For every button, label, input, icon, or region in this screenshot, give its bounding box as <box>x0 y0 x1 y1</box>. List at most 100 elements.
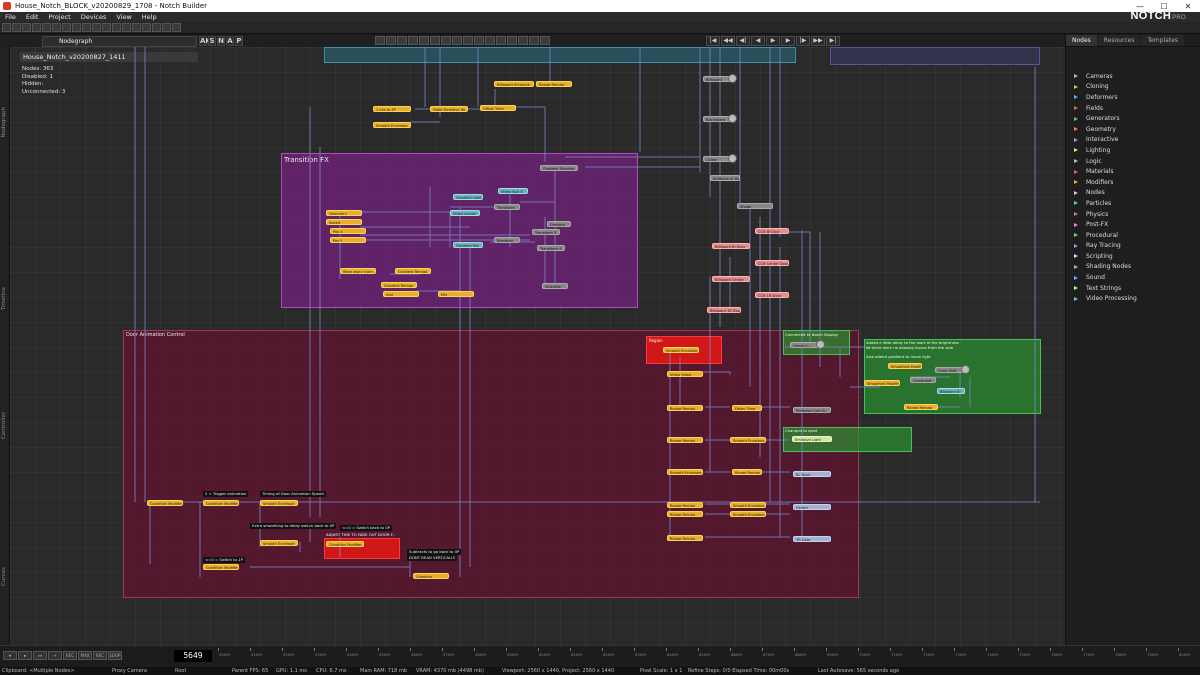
skip-button[interactable]: ⏭ <box>33 651 47 660</box>
output-knob[interactable] <box>816 340 825 349</box>
rotate-icon[interactable] <box>122 23 131 32</box>
copy-icon[interactable] <box>62 23 71 32</box>
comment[interactable]: Connected to Notch Display <box>785 332 838 337</box>
mode-ak[interactable]: AK <box>199 36 211 46</box>
undo-icon[interactable] <box>32 23 41 32</box>
save-icon[interactable] <box>22 23 31 32</box>
light-icon[interactable] <box>408 36 418 45</box>
rewind-button[interactable]: ◀◀ <box>721 36 735 46</box>
output-knob[interactable] <box>728 74 737 83</box>
snap-icon[interactable] <box>496 36 506 45</box>
view-icon[interactable] <box>419 36 429 45</box>
color-icon[interactable] <box>397 36 407 45</box>
node[interactable]: Smooth Envelope <box>260 540 298 546</box>
comment[interactable]: <=0 = Switch back to 0P <box>340 525 393 531</box>
node-category-deformers[interactable]: Deformers <box>1074 92 1137 103</box>
comment[interactable]: Changed to sped <box>785 428 817 433</box>
node-category-fields[interactable]: Fields <box>1074 103 1137 114</box>
stats-icon[interactable] <box>441 36 451 45</box>
node-category-materials[interactable]: Materials <box>1074 166 1137 177</box>
node-category-logic[interactable]: Logic <box>1074 156 1137 167</box>
comment[interactable]: Also added gradient to move light <box>866 354 931 359</box>
node[interactable]: Night Emissive lfo <box>430 106 468 112</box>
side-tab-nodegraph[interactable]: Nodegraph <box>1 107 7 137</box>
grid-icon[interactable] <box>386 36 396 45</box>
node[interactable]: Gradient Mix <box>453 242 483 248</box>
node-category-modifiers[interactable]: Modifiers <box>1074 177 1137 188</box>
expand-triangle-icon[interactable] <box>1074 296 1078 301</box>
shade-icon[interactable] <box>463 36 473 45</box>
mode-n[interactable]: N <box>217 36 225 46</box>
step-back-button[interactable]: ◀| <box>736 36 750 46</box>
node[interactable]: BL Door <box>793 471 831 477</box>
node[interactable]: CCB Center Door <box>755 260 789 266</box>
pivot-icon[interactable] <box>507 36 517 45</box>
scale-icon[interactable] <box>132 23 141 32</box>
fx-icon[interactable] <box>474 36 484 45</box>
tab-nodegraph[interactable]: Nodegraph <box>42 35 197 47</box>
node[interactable]: Combine <box>413 573 449 579</box>
fast-forward-button[interactable]: ▶▶ <box>811 36 825 46</box>
node[interactable]: Blending <box>494 237 520 243</box>
rec2-button[interactable]: REC <box>93 651 107 660</box>
node[interactable]: Offset Time <box>480 105 516 111</box>
comment[interactable]: <=0 = Switch to 1P <box>203 557 245 563</box>
menu-file[interactable]: File <box>0 13 21 21</box>
node[interactable]: Pos X <box>330 228 366 234</box>
node[interactable]: Emissive Colr Gr.. <box>793 407 831 413</box>
node[interactable]: Range Remap <box>667 511 703 517</box>
node[interactable]: Speed <box>326 219 362 225</box>
move-icon[interactable] <box>112 23 121 32</box>
node[interactable]: Gradient Remap <box>395 268 431 274</box>
node[interactable]: Displace <box>547 221 571 227</box>
expand-triangle-icon[interactable] <box>1074 233 1078 238</box>
node-category-text-strings[interactable]: Text Strings <box>1074 283 1137 294</box>
output-knob[interactable] <box>961 365 970 374</box>
node[interactable]: Billboard Center <box>712 276 750 282</box>
node[interactable]: CCB Bl Door <box>755 228 789 234</box>
comment[interactable]: DONT READ VERTICALLY <box>407 555 458 561</box>
settings-icon[interactable] <box>172 23 181 32</box>
node[interactable]: Billboard 1R Door <box>707 307 741 313</box>
node-category-cloning[interactable]: Cloning <box>1074 82 1137 93</box>
node[interactable]: Condition Modifier <box>147 500 183 506</box>
render-icon[interactable] <box>152 23 161 32</box>
node[interactable]: Wipe away (com.. <box>340 268 376 274</box>
expand-triangle-icon[interactable] <box>1074 243 1078 248</box>
current-frame[interactable]: 5649 <box>174 650 212 662</box>
node[interactable]: Range Remap <box>667 405 703 411</box>
node[interactable]: Gradient Remap <box>381 282 417 288</box>
menu-help[interactable]: Help <box>137 13 162 21</box>
menu-devices[interactable]: Devices <box>76 13 112 21</box>
node-category-particles[interactable]: Particles <box>1074 198 1137 209</box>
node-category-geometry[interactable]: Geometry <box>1074 124 1137 135</box>
mode-a[interactable]: A <box>226 36 234 46</box>
lock-icon[interactable] <box>485 36 495 45</box>
node-category-nodes[interactable]: Nodes <box>1074 188 1137 199</box>
node-category-shading-nodes[interactable]: Shading Nodes <box>1074 262 1137 273</box>
max-button[interactable]: MAX <box>78 651 92 660</box>
expand-triangle-icon[interactable] <box>1074 137 1078 142</box>
node[interactable]: Shape <box>737 203 773 209</box>
node-category-video-processing[interactable]: Video Processing <box>1074 293 1137 304</box>
comment[interactable]: ADJUST THIS TO FADE OUT DOOR F.. <box>324 532 397 538</box>
comment[interactable]: Timing of Door Animation Speed <box>260 491 326 497</box>
node[interactable]: Add <box>383 291 419 297</box>
tab-resources[interactable]: Resources <box>1097 35 1141 46</box>
nodegraph-canvas[interactable]: House_Notch_v20200827_1411 Nodes: 363 Di… <box>10 47 1065 645</box>
node-category-physics[interactable]: Physics <box>1074 209 1137 220</box>
play-reverse-button[interactable]: ◀ <box>751 36 765 46</box>
node[interactable]: Video Null 4 <box>498 188 528 194</box>
node-category-cameras[interactable]: Cameras <box>1074 71 1137 82</box>
node[interactable]: Gradient Shading <box>540 165 578 171</box>
node[interactable]: Range Remap <box>667 502 703 508</box>
expand-triangle-icon[interactable] <box>1074 222 1078 227</box>
grid-icon[interactable] <box>92 23 101 32</box>
expand-triangle-icon[interactable] <box>1074 254 1078 259</box>
menu-project[interactable]: Project <box>43 13 75 21</box>
node[interactable]: CCB 1R Door <box>755 292 789 298</box>
output-knob[interactable] <box>728 114 737 123</box>
hdr-icon[interactable] <box>430 36 440 45</box>
add-key-button[interactable]: + <box>48 651 62 660</box>
play-forward-button[interactable]: ▶ <box>781 36 795 46</box>
